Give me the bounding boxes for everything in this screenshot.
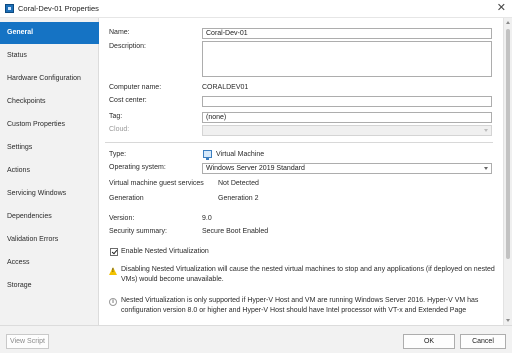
sidebar-item-status[interactable]: Status — [0, 45, 99, 67]
cost-center-label: Cost center: — [109, 97, 147, 104]
os-dropdown-value: Windows Server 2019 Standard — [206, 165, 305, 172]
info-icon: i — [109, 298, 117, 306]
computer-name-label: Computer name: — [109, 84, 162, 91]
sidebar-item-actions[interactable]: Actions — [0, 160, 99, 182]
type-label: Type: — [109, 151, 127, 158]
sidebar-item-access[interactable]: Access — [0, 252, 99, 274]
ok-button[interactable]: OK — [403, 334, 455, 349]
chevron-down-icon — [484, 129, 488, 132]
nested-virtualization-label[interactable]: Enable Nested Virtualization — [121, 248, 209, 255]
description-field[interactable] — [202, 41, 492, 77]
generation-value: Generation 2 — [218, 195, 259, 202]
os-dropdown[interactable]: Windows Server 2019 Standard — [202, 163, 492, 174]
close-icon[interactable]: ✕ — [497, 3, 506, 14]
name-label: Name: — [109, 29, 130, 36]
virtual-machine-icon — [203, 150, 212, 160]
sidebar-item-checkpoints[interactable]: Checkpoints — [0, 91, 99, 113]
cloud-label: Cloud: — [109, 126, 130, 133]
cancel-button[interactable]: Cancel — [460, 334, 506, 349]
version-value: 9.0 — [202, 215, 212, 222]
type-value: Virtual Machine — [216, 151, 265, 158]
nested-info-text: Nested Virtualization is only supported … — [121, 297, 479, 314]
sidebar-item-storage[interactable]: Storage — [0, 275, 99, 297]
name-field[interactable]: Coral-Dev-01 — [202, 28, 492, 39]
vm-properties-icon — [5, 4, 14, 13]
sidebar-item-settings[interactable]: Settings — [0, 137, 99, 159]
view-script-button[interactable]: View Script — [6, 334, 49, 349]
sidebar-item-dependencies[interactable]: Dependencies — [0, 206, 99, 228]
scrollbar-thumb[interactable] — [506, 29, 510, 259]
generation-label: Generation — [109, 195, 144, 202]
cost-center-field[interactable] — [202, 96, 492, 107]
title-bar: Coral-Dev-01 Properties ✕ — [0, 0, 512, 18]
guest-services-label: Virtual machine guest services — [109, 180, 204, 187]
security-summary-label: Security summary: — [109, 228, 167, 235]
scroll-up-icon[interactable] — [506, 21, 510, 24]
warning-icon — [109, 267, 117, 275]
description-label: Description: — [109, 43, 146, 50]
nested-warning-text: Disabling Nested Virtualization will cau… — [121, 266, 495, 283]
nested-virtualization-checkbox[interactable] — [110, 248, 118, 256]
scroll-down-icon[interactable] — [506, 319, 510, 322]
sidebar-item-custom-properties[interactable]: Custom Properties — [0, 114, 99, 136]
sidebar-item-validation-errors[interactable]: Validation Errors — [0, 229, 99, 251]
computer-name-value: CORALDEV01 — [202, 84, 249, 91]
guest-services-value: Not Detected — [218, 180, 259, 187]
sidebar-item-servicing-windows[interactable]: Servicing Windows — [0, 183, 99, 205]
window-title: Coral-Dev-01 Properties — [18, 4, 99, 13]
security-summary-value: Secure Boot Enabled — [202, 228, 269, 235]
version-label: Version: — [109, 215, 135, 222]
os-label: Operating system: — [109, 164, 166, 171]
tag-label: Tag: — [109, 113, 123, 120]
sidebar: General Status Hardware Configuration Ch… — [0, 18, 105, 325]
divider — [105, 142, 493, 143]
sidebar-item-general[interactable]: General — [0, 22, 105, 44]
general-panel: Name: Coral-Dev-01 Description: Computer… — [99, 18, 512, 325]
cloud-dropdown — [202, 125, 492, 136]
sidebar-item-hardware-configuration[interactable]: Hardware Configuration — [0, 68, 99, 90]
vertical-scrollbar[interactable] — [503, 18, 512, 325]
chevron-down-icon — [484, 167, 488, 170]
dialog-footer: View Script OK Cancel — [0, 325, 512, 353]
tag-field[interactable]: (none) — [202, 112, 492, 123]
